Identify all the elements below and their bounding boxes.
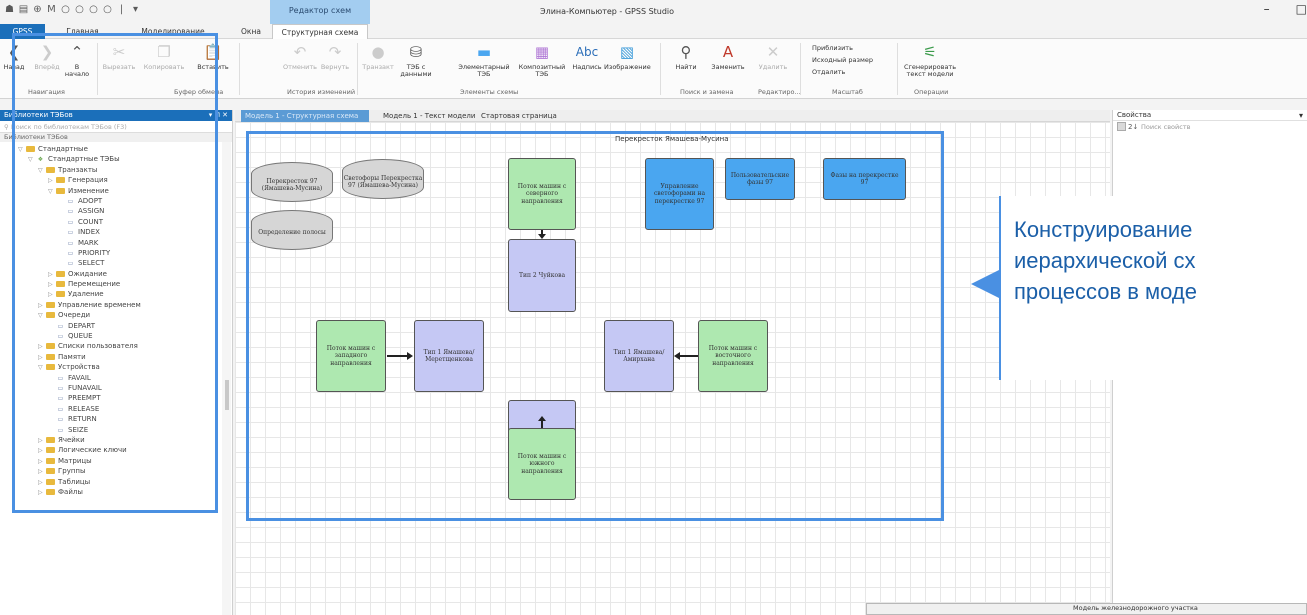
app-icon[interactable]: ☗ [4, 4, 15, 15]
pin-icon[interactable]: ▾ [1299, 110, 1303, 121]
image-button[interactable]: ▧ Изображение [604, 43, 651, 71]
block-type1-mereshchenko[interactable]: Тип 1 Ямашева/ Меретщенкова [414, 320, 484, 392]
block-type2-chuykova[interactable]: Тип 2 Чуйкова [508, 239, 576, 312]
zoom-in-button[interactable]: Приблизить [812, 44, 853, 52]
network-icon[interactable]: ⊕ [32, 4, 43, 15]
block-south-flow[interactable]: Поток машин с южного направления [508, 428, 576, 500]
search-icon: ⚲ [4, 123, 11, 131]
window-controls: – □ [1264, 2, 1307, 16]
connector-arrow [678, 355, 698, 357]
undo-icon: ↶ [293, 43, 307, 61]
composite-block-icon: ▦ [534, 43, 550, 61]
properties-search-input[interactable]: 2↓ Поиск свойств [1113, 121, 1307, 133]
circle-icon[interactable]: ○ [74, 4, 85, 15]
title-bar: ☗ ▤ ⊕ M ○ ○ ○ ○ | ▾ Редактор схем Элина-… [0, 0, 1307, 24]
group-separator [239, 43, 240, 95]
group-label-operations: Операции [914, 88, 949, 96]
block-north-flow[interactable]: Поток машин с северного направления [508, 158, 576, 230]
circle-icon[interactable]: ○ [88, 4, 99, 15]
group-label-scheme-elements: Элементы схемы [460, 88, 519, 96]
document-tabs: Модель 1 - Структурная схема Модель 1 - … [235, 110, 1110, 122]
connector-arrow [541, 420, 543, 428]
group-separator [660, 43, 661, 95]
reset-zoom-button[interactable]: Исходный размер [812, 56, 873, 64]
group-separator [897, 43, 898, 95]
diagram-title: Перекресток Ямашева-Мусина [615, 135, 729, 143]
storage-cylinder[interactable]: Перекресток 97 (Ямашева-Мусина) [251, 162, 333, 202]
properties-header: Свойства ▾ [1113, 110, 1307, 121]
text-icon: Abc [575, 45, 599, 59]
callout-arrow [971, 270, 999, 298]
replace-icon: A [722, 43, 734, 61]
save-icon[interactable]: ▤ [18, 4, 29, 15]
data-block-button[interactable]: ⛁ ТЭБ с данными [398, 43, 434, 78]
window-title: Элина-Компьютер - GPSS Studio [540, 7, 675, 16]
tab-start-page[interactable]: Стартовая страница [481, 110, 557, 122]
tab-windows[interactable]: Окна [236, 24, 266, 39]
transact-icon: ● [371, 43, 385, 61]
database-icon: ⛁ [409, 43, 423, 61]
callout-line: иерархической сх [1014, 248, 1196, 273]
railway-model-window-title: Модель железнодорожного участка [1073, 604, 1198, 612]
block-type1-amirkhana[interactable]: Тип 1 Ямашева/ Амирхана [604, 320, 674, 392]
tree-highlight-frame [12, 33, 218, 513]
redo-button[interactable]: ↷ Вернуть [318, 43, 352, 71]
delete-button[interactable]: ✕ Удалить [755, 43, 791, 71]
model-icon[interactable]: M [46, 4, 57, 15]
generate-text-button[interactable]: ⚟ Сгенерировать текст модели [900, 43, 960, 78]
callout-text: Конструирование иерархической сх процесс… [1014, 214, 1307, 307]
tab-structural-scheme[interactable]: Структурная схема [272, 24, 368, 39]
callout-line: Конструирование [1014, 217, 1193, 242]
connector-arrow [387, 355, 409, 357]
find-icon: ⚲ [680, 43, 692, 61]
circle-icon[interactable]: ○ [102, 4, 113, 15]
tab-model-text[interactable]: Модель 1 - Текст модели [383, 110, 475, 122]
redo-icon: ↷ [328, 43, 342, 61]
customize-icon[interactable]: ▾ [130, 4, 141, 15]
arrowhead [538, 234, 546, 239]
replace-button[interactable]: A Заменить [708, 43, 748, 71]
undo-button[interactable]: ↶ Отменить [283, 43, 317, 71]
sort-icon[interactable]: 2↓ [1128, 121, 1138, 133]
tab-structural-scheme-doc[interactable]: Модель 1 - Структурная схема [241, 110, 369, 122]
group-separator [357, 43, 358, 95]
callout-line: процессов в моде [1014, 279, 1198, 304]
block-user-phases[interactable]: Пользовательские фазы 97 [725, 158, 795, 200]
storage-cylinder[interactable]: Определение полосы [251, 210, 333, 250]
group-label-zoom: Масштаб [832, 88, 863, 96]
delete-icon: ✕ [766, 43, 780, 61]
arrowhead [407, 352, 413, 360]
minimize-button[interactable]: – [1264, 2, 1270, 16]
zoom-out-button[interactable]: Отдалить [812, 68, 845, 76]
separator-icon: | [119, 4, 124, 15]
context-tab-header: Редактор схем [270, 0, 370, 24]
maximize-button[interactable]: □ [1296, 2, 1307, 16]
gpss-studio-app: ☗ ▤ ⊕ M ○ ○ ○ ○ | ▾ Редактор схем Элина-… [0, 0, 1307, 615]
generate-icon: ⚟ [923, 43, 937, 61]
block-phases[interactable]: Фазы на перекрестке 97 [823, 158, 906, 200]
scrollbar[interactable] [222, 142, 231, 615]
block-east-flow[interactable]: Поток машин с восточного направления [698, 320, 768, 392]
group-label-search: Поиск и замена [680, 88, 734, 96]
find-button[interactable]: ⚲ Найти [670, 43, 702, 71]
transact-button[interactable]: ● Транзакт [360, 43, 396, 71]
composite-block-button[interactable]: ▦ Композитный ТЭБ [514, 43, 570, 78]
storage-cylinder[interactable]: Светофоры Перекрестка 97 (Ямашева-Мусина… [342, 159, 424, 199]
arrowhead [538, 416, 546, 421]
image-icon: ▧ [619, 43, 635, 61]
quick-access-toolbar: ☗ ▤ ⊕ M ○ ○ ○ ○ | ▾ [4, 4, 141, 15]
categorize-icon[interactable] [1117, 122, 1126, 131]
arrowhead [674, 352, 680, 360]
circle-icon[interactable]: ○ [60, 4, 71, 15]
label-button[interactable]: Abc Надпись [570, 43, 604, 71]
scrollbar-thumb[interactable] [225, 380, 229, 410]
elementary-block-icon: ▬ [476, 43, 492, 61]
group-label-history: История изменений [287, 88, 356, 96]
elementary-block-button[interactable]: ▬ Элементарный ТЭБ [454, 43, 514, 78]
group-label-editing: Редактиро... [758, 88, 801, 96]
block-west-flow[interactable]: Поток машин с западного направления [316, 320, 386, 392]
block-traffic-light-control[interactable]: Управление светофорами на перекрестке 97 [645, 158, 714, 230]
